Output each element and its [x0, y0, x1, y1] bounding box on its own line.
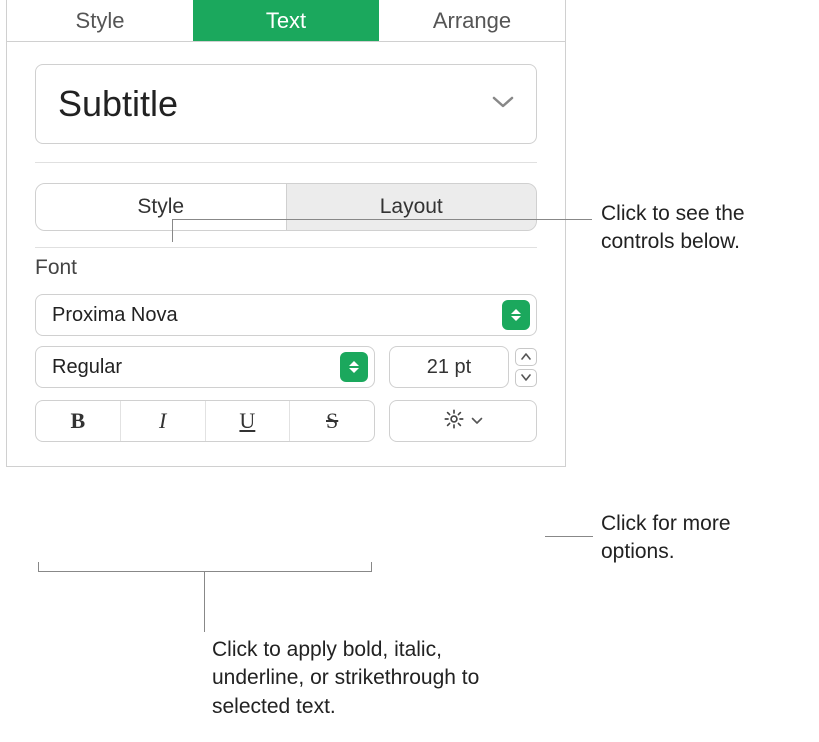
callout-text: Click to apply bold, italic, underline, …	[212, 638, 479, 718]
font-size-field: 21 pt	[389, 346, 537, 388]
strike-glyph: S	[326, 408, 338, 434]
subtab-style[interactable]: Style	[36, 184, 287, 230]
inspector-panel: Style Text Arrange Subtitle Style Layout	[6, 0, 566, 467]
subtab-layout-label: Layout	[380, 195, 443, 219]
more-options-button[interactable]	[389, 400, 537, 442]
callout-bracket	[38, 562, 372, 572]
tab-arrange[interactable]: Arrange	[379, 0, 565, 41]
callout-text: Click to see the controls below.	[601, 202, 745, 253]
underline-button[interactable]: U	[206, 401, 291, 441]
callout-text: Click for more options.	[601, 512, 731, 563]
tab-arrange-label: Arrange	[433, 8, 511, 34]
paragraph-style-label: Subtitle	[58, 83, 178, 125]
gear-icon	[443, 408, 465, 435]
callout-more-options: Click for more options.	[601, 510, 801, 567]
font-size-value: 21 pt	[427, 356, 471, 379]
callout-line	[545, 536, 593, 537]
italic-glyph: I	[159, 408, 166, 434]
font-section: Font Proxima Nova Regular 21 pt	[7, 248, 565, 466]
popup-arrows-icon	[340, 352, 368, 382]
bold-glyph: B	[71, 408, 86, 434]
callout-line	[172, 219, 592, 220]
tab-text-label: Text	[266, 8, 306, 34]
subtab-layout[interactable]: Layout	[287, 184, 537, 230]
font-family-dropdown[interactable]: Proxima Nova	[35, 294, 537, 336]
font-size-input[interactable]: 21 pt	[389, 346, 509, 388]
chevron-down-icon	[492, 95, 514, 114]
callout-format-buttons: Click to apply bold, italic, underline, …	[212, 636, 522, 721]
tab-style[interactable]: Style	[7, 0, 193, 41]
text-format-group: B I U S	[35, 400, 375, 442]
tab-style-label: Style	[76, 8, 125, 34]
paragraph-style-section: Subtitle	[7, 42, 565, 162]
strikethrough-button[interactable]: S	[290, 401, 374, 441]
popup-arrows-icon	[502, 300, 530, 330]
format-tabs: Style Text Arrange	[7, 0, 565, 42]
callout-line	[172, 219, 173, 242]
italic-button[interactable]: I	[121, 401, 206, 441]
font-weight-dropdown[interactable]: Regular	[35, 346, 375, 388]
font-family-label: Proxima Nova	[52, 304, 178, 327]
font-heading: Font	[35, 256, 537, 280]
font-size-step-down[interactable]	[515, 369, 537, 387]
paragraph-style-dropdown[interactable]: Subtitle	[35, 64, 537, 144]
subtab-style-label: Style	[137, 195, 184, 219]
bold-button[interactable]: B	[36, 401, 121, 441]
font-size-step-up[interactable]	[515, 348, 537, 366]
font-weight-label: Regular	[52, 356, 122, 379]
text-subtabs-row: Style Layout	[7, 163, 565, 247]
font-size-stepper	[515, 348, 537, 387]
text-subtabs: Style Layout	[35, 183, 537, 231]
callout-line	[204, 572, 205, 632]
chevron-down-icon	[471, 412, 483, 430]
callout-style-tab: Click to see the controls below.	[601, 200, 811, 257]
underline-glyph: U	[239, 408, 255, 434]
tab-text[interactable]: Text	[193, 0, 379, 41]
